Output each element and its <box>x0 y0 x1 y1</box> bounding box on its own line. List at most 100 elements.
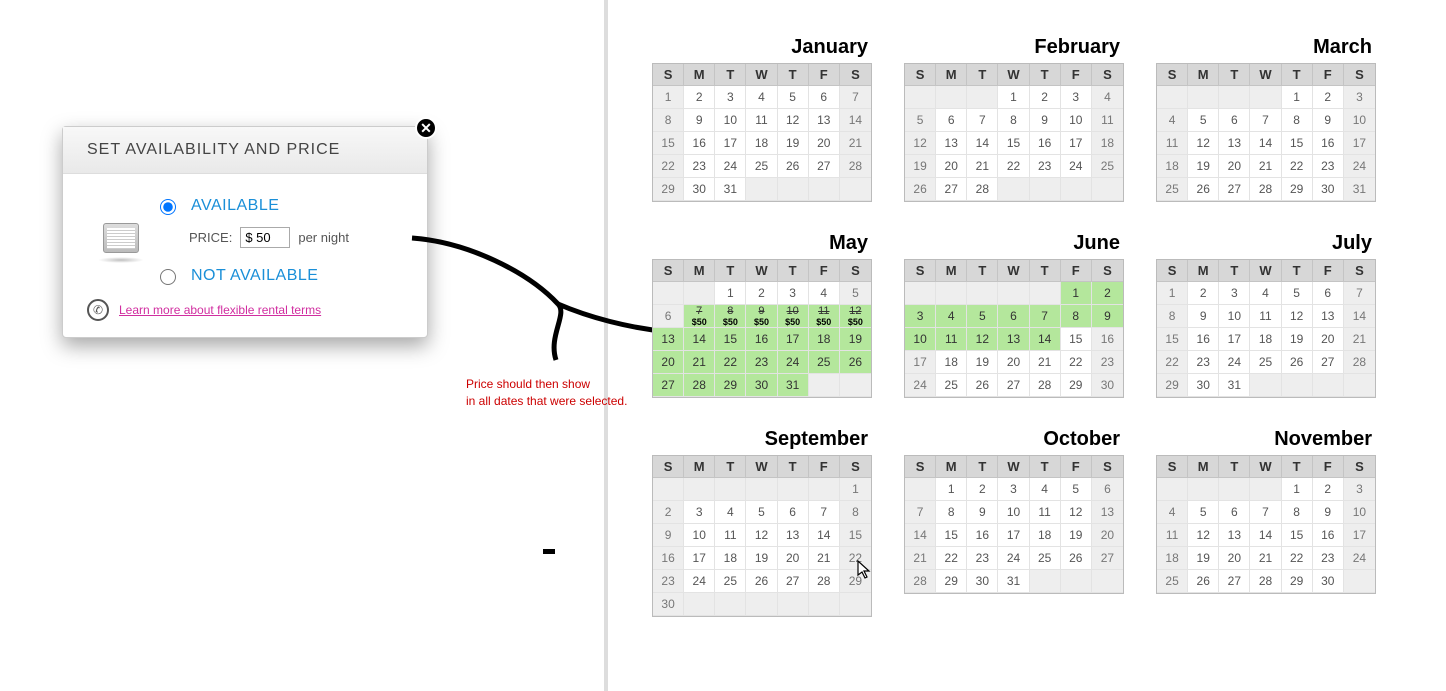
calendar-day[interactable]: 22 <box>1282 155 1313 178</box>
calendar-day[interactable]: 1 <box>936 478 967 501</box>
calendar-day[interactable]: 23 <box>684 155 715 178</box>
calendar-day[interactable]: 8 <box>1157 305 1188 328</box>
calendar-day[interactable]: 9 <box>1313 109 1344 132</box>
calendar-day[interactable]: 2 <box>746 282 777 305</box>
calendar-day[interactable]: 26 <box>905 178 936 201</box>
calendar-day[interactable]: 19 <box>1061 524 1092 547</box>
calendar-day[interactable]: 23 <box>1313 547 1344 570</box>
available-radio[interactable] <box>160 199 176 215</box>
calendar-day[interactable]: 23 <box>1030 155 1061 178</box>
calendar-day[interactable]: 9 <box>684 109 715 132</box>
calendar-day[interactable]: 29 <box>840 570 871 593</box>
calendar-day[interactable]: 12 <box>1061 501 1092 524</box>
calendar-day[interactable]: 27 <box>653 374 684 397</box>
calendar-day[interactable]: 16 <box>746 328 777 351</box>
calendar-day[interactable]: 31 <box>1219 374 1250 397</box>
calendar-day[interactable]: 22 <box>840 547 871 570</box>
calendar-day[interactable]: 3 <box>905 305 936 328</box>
calendar-day[interactable]: 4 <box>809 282 840 305</box>
calendar-day[interactable]: 10 <box>715 109 746 132</box>
calendar-day[interactable]: 15 <box>998 132 1029 155</box>
calendar-day[interactable]: 14 <box>840 109 871 132</box>
calendar-day[interactable]: 15 <box>1282 524 1313 547</box>
not-available-label[interactable]: NOT AVAILABLE <box>191 267 318 285</box>
calendar-day[interactable]: 27 <box>936 178 967 201</box>
calendar-day[interactable]: 27 <box>809 155 840 178</box>
calendar-day[interactable]: 3 <box>1061 86 1092 109</box>
calendar-day[interactable]: 10 <box>905 328 936 351</box>
calendar-day[interactable]: 5 <box>905 109 936 132</box>
calendar-day[interactable]: 12$50 <box>840 305 871 328</box>
calendar-day[interactable]: 27 <box>778 570 809 593</box>
calendar-day[interactable]: 21 <box>1344 328 1375 351</box>
calendar-day[interactable]: 10$50 <box>778 305 809 328</box>
calendar-day[interactable]: 17 <box>1344 524 1375 547</box>
calendar-day[interactable]: 6 <box>1313 282 1344 305</box>
calendar-day[interactable]: 14 <box>905 524 936 547</box>
calendar-day[interactable]: 11 <box>746 109 777 132</box>
calendar-day[interactable]: 13 <box>1313 305 1344 328</box>
calendar-day[interactable]: 22 <box>936 547 967 570</box>
calendar-day[interactable]: 10 <box>1061 109 1092 132</box>
calendar-day[interactable]: 6 <box>1219 501 1250 524</box>
calendar-day[interactable]: 21 <box>1030 351 1061 374</box>
calendar-day[interactable]: 21 <box>809 547 840 570</box>
calendar-day[interactable]: 5 <box>746 501 777 524</box>
calendar-day[interactable]: 21 <box>967 155 998 178</box>
calendar-day[interactable]: 25 <box>1157 178 1188 201</box>
calendar-day[interactable]: 26 <box>967 374 998 397</box>
calendar-day[interactable]: 19 <box>967 351 998 374</box>
calendar-day[interactable]: 7 <box>1344 282 1375 305</box>
calendar-day[interactable]: 8$50 <box>715 305 746 328</box>
calendar-day[interactable]: 1 <box>1157 282 1188 305</box>
calendar-day[interactable]: 19 <box>1188 547 1219 570</box>
calendar-day[interactable]: 27 <box>1219 570 1250 593</box>
calendar-day[interactable]: 28 <box>1250 570 1281 593</box>
calendar-day[interactable]: 2 <box>684 86 715 109</box>
calendar-day[interactable]: 19 <box>1188 155 1219 178</box>
calendar-day[interactable]: 6 <box>653 305 684 328</box>
calendar-day[interactable]: 6 <box>1219 109 1250 132</box>
calendar-day[interactable]: 11 <box>1092 109 1123 132</box>
calendar-day[interactable]: 24 <box>778 351 809 374</box>
calendar-day[interactable]: 18 <box>809 328 840 351</box>
calendar-day[interactable]: 9$50 <box>746 305 777 328</box>
calendar-day[interactable]: 21 <box>1250 155 1281 178</box>
calendar-day[interactable]: 24 <box>998 547 1029 570</box>
calendar-day[interactable]: 5 <box>1061 478 1092 501</box>
calendar-day[interactable]: 18 <box>1030 524 1061 547</box>
calendar-day[interactable]: 1 <box>1061 282 1092 305</box>
calendar-day[interactable]: 13 <box>936 132 967 155</box>
calendar-day[interactable]: 4 <box>1030 478 1061 501</box>
calendar-day[interactable]: 13 <box>809 109 840 132</box>
calendar-day[interactable]: 20 <box>809 132 840 155</box>
calendar-day[interactable]: 22 <box>998 155 1029 178</box>
calendar-day[interactable]: 25 <box>1092 155 1123 178</box>
calendar-day[interactable]: 2 <box>1313 86 1344 109</box>
calendar-day[interactable]: 17 <box>998 524 1029 547</box>
calendar-day[interactable]: 11 <box>936 328 967 351</box>
calendar-day[interactable]: 26 <box>1188 178 1219 201</box>
calendar-day[interactable]: 8 <box>1282 109 1313 132</box>
calendar-day[interactable]: 19 <box>746 547 777 570</box>
calendar-day[interactable]: 19 <box>1282 328 1313 351</box>
calendar-day[interactable]: 11$50 <box>809 305 840 328</box>
calendar-day[interactable]: 21 <box>684 351 715 374</box>
calendar-day[interactable]: 1 <box>653 86 684 109</box>
calendar-day[interactable]: 9 <box>1313 501 1344 524</box>
calendar-day[interactable]: 19 <box>905 155 936 178</box>
calendar-day[interactable]: 17 <box>905 351 936 374</box>
calendar-day[interactable]: 12 <box>1188 132 1219 155</box>
calendar-day[interactable]: 15 <box>715 328 746 351</box>
calendar-day[interactable]: 3 <box>1219 282 1250 305</box>
calendar-day[interactable]: 17 <box>1061 132 1092 155</box>
calendar-day[interactable]: 13 <box>1092 501 1123 524</box>
calendar-day[interactable]: 15 <box>1061 328 1092 351</box>
calendar-day[interactable]: 18 <box>1092 132 1123 155</box>
calendar-day[interactable]: 31 <box>715 178 746 201</box>
calendar-day[interactable]: 29 <box>1157 374 1188 397</box>
calendar-day[interactable]: 2 <box>1092 282 1123 305</box>
calendar-day[interactable]: 22 <box>715 351 746 374</box>
calendar-day[interactable]: 12 <box>746 524 777 547</box>
calendar-day[interactable]: 4 <box>1157 501 1188 524</box>
